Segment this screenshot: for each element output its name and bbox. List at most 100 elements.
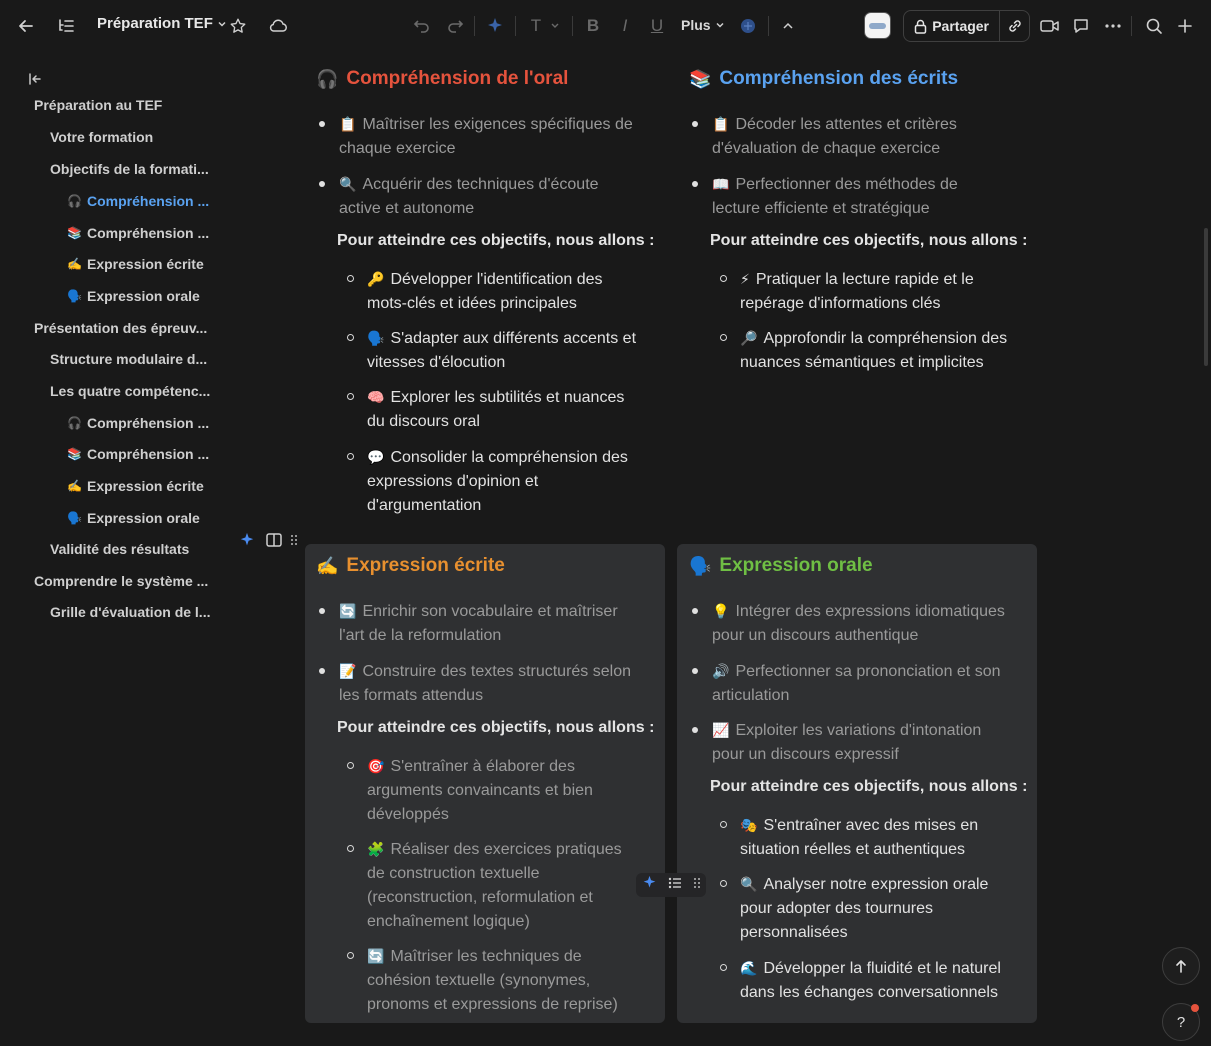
comment-icon[interactable] xyxy=(1069,14,1093,38)
list-item-icon: 🔄 xyxy=(367,948,385,964)
sidebar-item-label: Comprendre le système ... xyxy=(34,573,209,589)
bullet-ring xyxy=(720,821,727,828)
star-icon[interactable] xyxy=(226,14,250,38)
list-item: 📝 Construire des textes structurés selon l… xyxy=(319,659,659,708)
list-item-icon: 📖 xyxy=(712,176,730,192)
list-item-text: Réaliser des exercices pratiques xyxy=(390,841,622,858)
sidebar-item[interactable]: Grille d'évaluation de l... xyxy=(50,604,210,620)
add-icon[interactable] xyxy=(1173,14,1197,38)
bullet-ring xyxy=(720,880,727,887)
sidebar-item[interactable]: Validité des résultats xyxy=(50,541,189,557)
list-item-text: expressions d'opinion et xyxy=(367,473,539,490)
sidebar-item[interactable]: Votre formation xyxy=(50,129,153,145)
sub-list-item: 🗣️ S'adapter aux différents accents et vit… xyxy=(347,326,667,375)
sidebar-item[interactable]: Objectifs de la formati... xyxy=(50,161,209,177)
sidebar-item-label: Expression orale xyxy=(87,288,200,304)
ai-sparkle-icon[interactable] xyxy=(483,14,507,38)
list-item-text: S'entraîner à élaborer des xyxy=(390,758,575,775)
italic-button[interactable]: I xyxy=(614,15,636,37)
sidebar-item[interactable]: ✍️ Expression écrite xyxy=(67,478,204,494)
more-format-label: Plus xyxy=(681,17,711,33)
objectives-intro: Pour atteindre ces objectifs, nous allon… xyxy=(710,232,1028,249)
list-item-text: lecture efficiente et stratégique xyxy=(712,200,930,217)
sidebar-item[interactable]: 📚 Compréhension ... xyxy=(67,225,209,241)
column-layout-icon[interactable] xyxy=(265,531,283,549)
sidebar-item-label: Validité des résultats xyxy=(50,541,190,557)
objectives-intro: Pour atteindre ces objectifs, nous allon… xyxy=(337,719,655,736)
bullet-dot xyxy=(319,668,325,674)
sidebar-item[interactable]: Comprendre le système ... xyxy=(34,573,208,589)
sidebar-item[interactable]: 🎧 Compréhension ... xyxy=(67,193,209,209)
bullet-ring xyxy=(347,762,354,769)
sidebar-item[interactable]: 🗣️ Expression orale xyxy=(67,288,200,304)
scroll-to-top-button[interactable] xyxy=(1162,947,1200,985)
bold-button[interactable]: B xyxy=(582,15,604,37)
sidebar-item[interactable]: 🎧 Compréhension ... xyxy=(67,415,209,431)
list-item-text: Perfectionner des méthodes de xyxy=(735,176,958,193)
list-item-text: cohésion textuelle (synonymes, xyxy=(367,972,591,989)
outline-tree-icon[interactable] xyxy=(54,14,78,38)
search-icon[interactable] xyxy=(1142,14,1166,38)
sidebar-item[interactable]: 🗣️ Expression orale xyxy=(67,510,200,526)
collapse-sidebar-icon[interactable] xyxy=(28,72,42,89)
sub-list-item: ⚡ Pratiquer la lecture rapide et le repéra… xyxy=(720,267,1040,316)
document-title-menu[interactable]: Préparation TEF xyxy=(97,15,227,32)
cloud-sync-icon[interactable] xyxy=(266,14,290,38)
list-format-icon[interactable] xyxy=(668,876,682,894)
text-style-chevron-icon[interactable] xyxy=(550,22,560,30)
sidebar-item[interactable]: ✍️ Expression écrite xyxy=(67,256,204,272)
sub-list-item: 💬 Consolider la compréhension des expressi… xyxy=(347,445,667,518)
list-item-text: pronoms et expressions de reprise) xyxy=(367,996,618,1013)
list-item-icon: 🧩 xyxy=(367,841,385,857)
objectives-intro: Pour atteindre ces objectifs, nous allon… xyxy=(710,778,1028,795)
sidebar-item[interactable]: Structure modulaire d... xyxy=(50,351,207,367)
list-item-icon: ⚡ xyxy=(740,271,750,287)
list-item-text: de construction textuelle xyxy=(367,865,540,882)
workspace-avatar[interactable] xyxy=(864,12,891,39)
sidebar-item[interactable]: Les quatre compétenc... xyxy=(50,383,210,399)
list-item-text: les formats attendus xyxy=(339,687,484,704)
undo-icon[interactable] xyxy=(410,14,434,38)
list-item-icon: 🎭 xyxy=(740,817,758,833)
list-item-text: mots-clés et idées principales xyxy=(367,295,577,312)
list-item-icon: 📋 xyxy=(339,116,357,132)
list-item-text: pour un discours authentique xyxy=(712,627,919,644)
share-label: Partager xyxy=(932,18,990,34)
copy-link-icon[interactable] xyxy=(1000,11,1029,41)
sidebar-item-icon: 📚 xyxy=(67,226,82,240)
text-style-button[interactable]: T xyxy=(525,15,547,37)
sidebar-item[interactable]: Présentation des épreuv... xyxy=(34,320,207,336)
sidebar-item[interactable]: Préparation au TEF xyxy=(34,97,162,113)
sidebar-item-label: Préparation au TEF xyxy=(34,97,163,113)
list-item-text: vitesses d'élocution xyxy=(367,354,506,371)
list-item-text: d'argumentation xyxy=(367,497,482,514)
collapse-toolbar-icon[interactable] xyxy=(776,14,800,38)
back-arrow-icon[interactable] xyxy=(14,14,38,38)
redo-icon[interactable] xyxy=(443,14,467,38)
more-options-icon[interactable] xyxy=(1101,14,1125,38)
bullet-dot xyxy=(692,121,698,127)
more-format-menu[interactable]: Plus xyxy=(681,17,725,33)
sidebar-item-label: Compréhension ... xyxy=(87,415,210,431)
sidebar-item-icon: ✍️ xyxy=(67,479,82,493)
sidebar-item-label: Compréhension ... xyxy=(87,446,210,462)
video-call-icon[interactable] xyxy=(1038,14,1062,38)
page-scrollbar[interactable] xyxy=(1204,228,1208,366)
underline-button[interactable]: U xyxy=(646,15,668,37)
list-item: 🔍 Acquérir des techniques d'écoute active … xyxy=(319,172,659,221)
sub-list-item: 🧩 Réaliser des exercices pratiques de cons… xyxy=(347,837,667,934)
list-item-text: Exploiter les variations d'intonation xyxy=(735,722,982,739)
color-picker-icon[interactable] xyxy=(736,14,760,38)
list-item-icon: 🌊 xyxy=(740,960,758,976)
share-button[interactable]: Partager xyxy=(904,11,1001,41)
list-item-text: active et autonome xyxy=(339,200,475,217)
section-title: Expression orale xyxy=(719,555,873,576)
drag-handle-icon[interactable] xyxy=(693,876,701,894)
list-item-text: chaque exercice xyxy=(339,140,456,157)
list-item-text: Approfondir la compréhension des xyxy=(763,330,1008,347)
help-label: ? xyxy=(1176,1013,1186,1031)
ai-sparkle-icon[interactable] xyxy=(238,531,256,549)
sidebar-item[interactable]: 📚 Compréhension ... xyxy=(67,446,209,462)
drag-handle-icon[interactable] xyxy=(288,533,300,547)
ai-sparkle-icon[interactable] xyxy=(642,875,657,895)
